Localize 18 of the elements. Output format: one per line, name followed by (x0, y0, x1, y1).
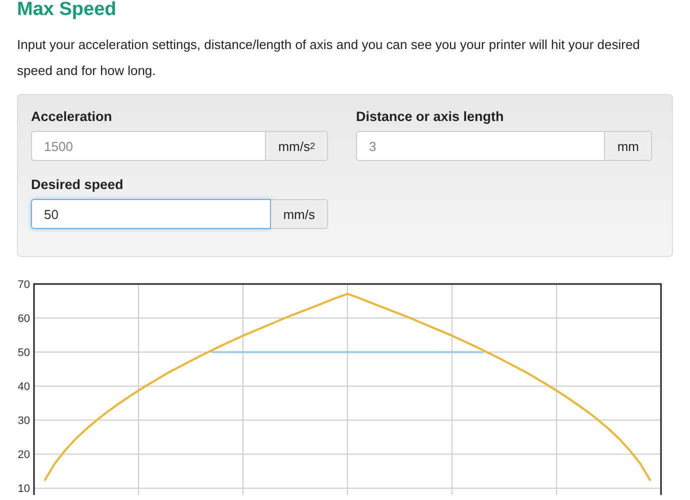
y-tick-label: 10 (18, 483, 30, 495)
y-tick-label: 30 (18, 415, 30, 428)
intro-text: Input your acceleration settings, distance/length of axis and you can see you your printer will hit your desired speed and for how long. (17, 36, 641, 80)
number-input[interactable]: 1500 (31, 131, 266, 161)
y-tick-label: 20 (18, 449, 30, 462)
y-tick-label: 50 (18, 347, 30, 360)
unit-label: mm/s$^{2}$ (266, 131, 328, 161)
field-label: Desired speed (31, 177, 124, 192)
field-label: Distance or axis length (356, 109, 504, 124)
unit-label: mm/s (271, 199, 328, 229)
number-input[interactable]: 3 (356, 131, 606, 161)
y-tick-label: 70 (18, 279, 30, 291)
y-tick-label: 40 (18, 381, 30, 394)
number-input[interactable]: 50 (31, 199, 272, 229)
y-tick-label: 60 (18, 313, 30, 326)
page-title: Max Speed (17, 0, 116, 20)
unit-label: mm (605, 131, 652, 161)
field-label: Acceleration (31, 109, 112, 124)
